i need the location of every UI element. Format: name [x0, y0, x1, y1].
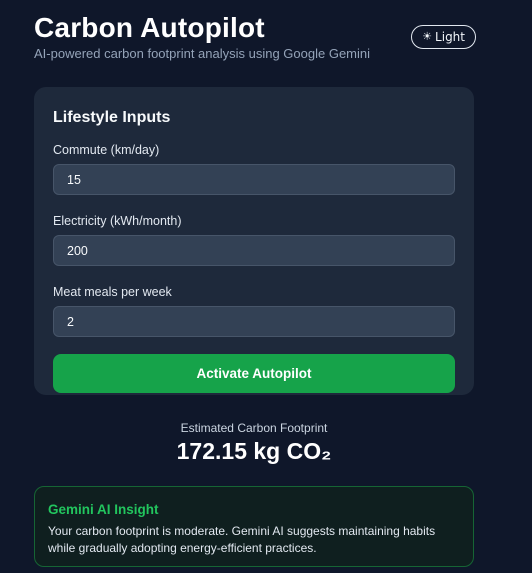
result-value: 172.15 kg CO₂: [176, 438, 332, 464]
card-title: Lifestyle Inputs: [53, 109, 171, 126]
commute-label: Commute (km/day): [53, 143, 160, 157]
gemini-insight-card: Gemini AI Insight Your carbon footprint …: [34, 486, 474, 567]
meat-meals-label: Meat meals per week: [53, 285, 172, 299]
app-subtitle: AI-powered carbon footprint analysis usi…: [34, 46, 371, 61]
sun-icon: ☀: [422, 30, 433, 43]
activate-autopilot-button[interactable]: Activate Autopilot: [53, 354, 455, 393]
result-label: Estimated Carbon Footprint: [180, 421, 328, 435]
meat-meals-input[interactable]: [53, 306, 455, 337]
electricity-label: Electricity (kWh/month): [53, 214, 182, 228]
insight-text: Your carbon footprint is moderate. Gemin…: [48, 524, 436, 555]
theme-toggle-label: Light: [435, 30, 465, 44]
result-section: Estimated Carbon Footprint 172.15 kg CO₂: [34, 421, 474, 465]
insight-title: Gemini AI Insight: [48, 502, 159, 517]
commute-input[interactable]: [53, 164, 455, 195]
lifestyle-inputs-card: Lifestyle Inputs Commute (km/day) Electr…: [34, 87, 474, 395]
app-title: Carbon Autopilot: [34, 12, 265, 43]
app-header: Carbon Autopilot AI-powered carbon footp…: [34, 12, 476, 62]
electricity-input[interactable]: [53, 235, 455, 266]
theme-toggle-button[interactable]: ☀ Light: [411, 25, 476, 49]
